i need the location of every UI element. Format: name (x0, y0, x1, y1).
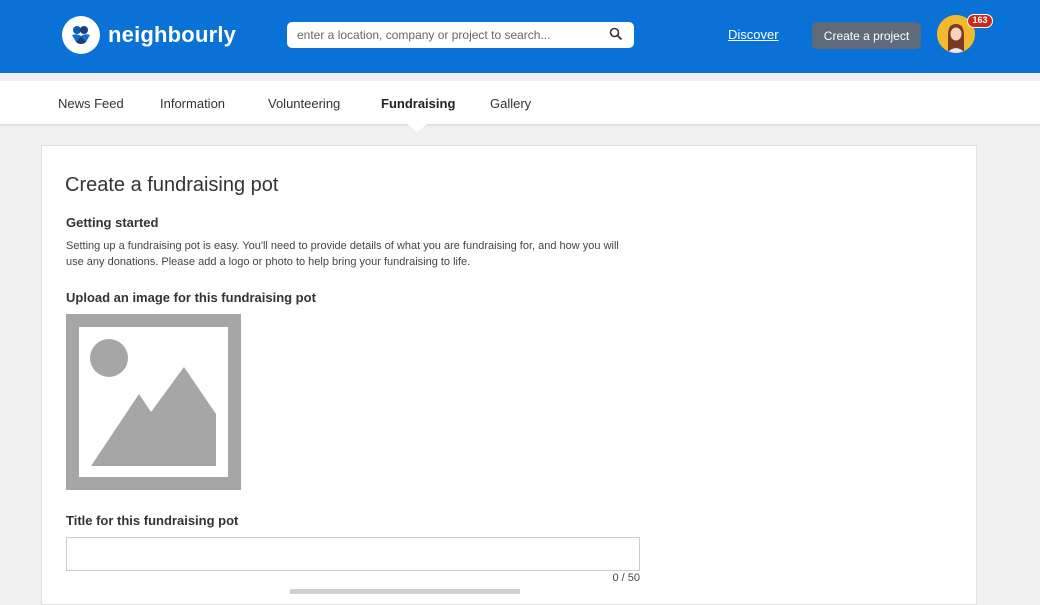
getting-started-text: Setting up a fundraising pot is easy. Yo… (66, 240, 619, 268)
getting-started-heading: Getting started (66, 215, 159, 230)
character-counter: 0 / 50 (612, 572, 640, 584)
discover-link[interactable]: Discover (728, 27, 779, 42)
page-title: Create a fundraising pot (65, 174, 279, 196)
tab-fundraising[interactable]: Fundraising (381, 96, 455, 111)
top-header: neighbourly Discover Create a project 16… (0, 0, 1040, 73)
search-input[interactable] (287, 22, 587, 48)
notification-badge[interactable]: 163 (967, 14, 993, 28)
brand-logo[interactable]: neighbourly (62, 16, 236, 54)
tab-news-feed[interactable]: News Feed (58, 96, 124, 111)
brand-name: neighbourly (108, 22, 237, 47)
create-project-button[interactable]: Create a project (812, 22, 921, 49)
section-tabs: News Feed Information Volunteering Fundr… (0, 81, 1040, 125)
tab-volunteering[interactable]: Volunteering (268, 96, 340, 111)
neighbourly-logo-icon (62, 16, 100, 54)
upload-image-heading: Upload an image for this fundraising pot (66, 290, 316, 305)
image-placeholder-icon (66, 314, 241, 490)
horizontal-scrollbar[interactable] (290, 589, 520, 594)
tab-information[interactable]: Information (160, 96, 225, 111)
active-tab-pointer (407, 124, 427, 132)
title-field-label: Title for this fundraising pot (66, 513, 239, 528)
pot-title-input[interactable] (66, 537, 640, 571)
tab-gallery[interactable]: Gallery (490, 96, 531, 111)
image-upload-area[interactable] (66, 314, 241, 490)
search-icon[interactable] (609, 27, 625, 43)
search-box (287, 22, 634, 48)
